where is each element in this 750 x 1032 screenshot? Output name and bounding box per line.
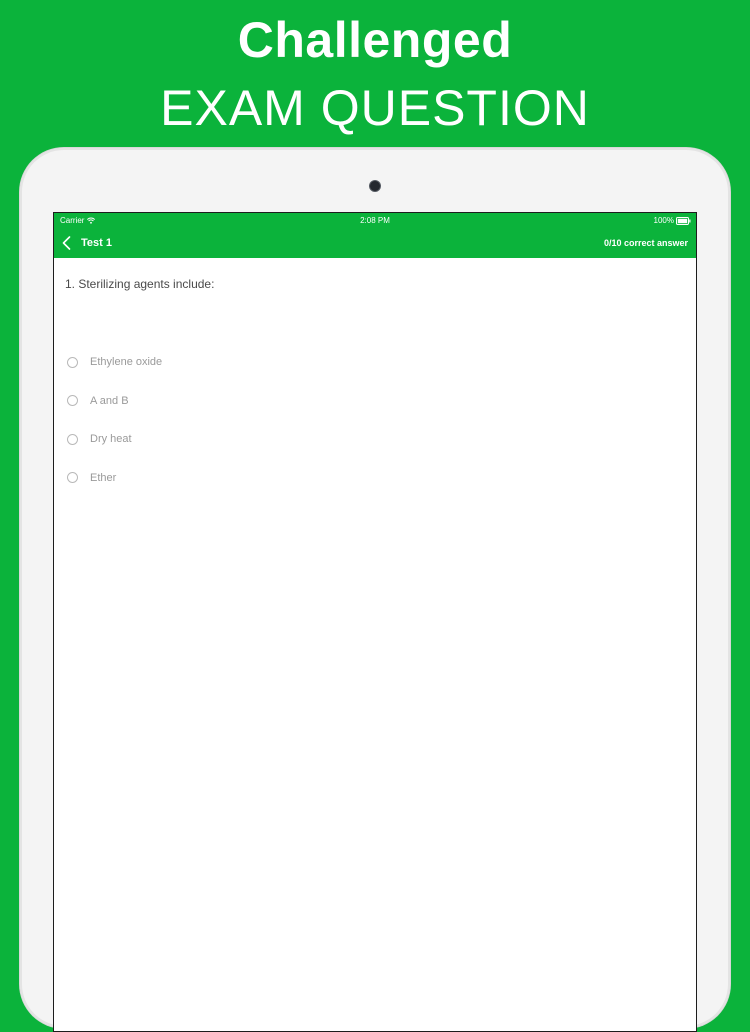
promo-subtitle: EXAM QUESTION (160, 80, 590, 136)
radio-button-icon[interactable] (67, 472, 78, 484)
radio-button-icon[interactable] (67, 395, 78, 407)
status-time: 2:08 PM (360, 216, 390, 225)
answer-option-4[interactable]: Ether (67, 459, 467, 498)
nav-title: Test 1 (81, 237, 112, 249)
promo-title: Challenged (237, 12, 513, 68)
radio-button-icon[interactable] (67, 433, 78, 445)
correct-answer-count: 0/10 correct answer (603, 238, 688, 248)
app-screen: Carrier 2:08 PM 100% Test 1 0/10 correct… (53, 212, 697, 1032)
battery-icon (676, 217, 691, 225)
chevron-left-icon[interactable] (62, 236, 71, 250)
question-text: 1. Sterilizing agents include: (65, 277, 215, 291)
answer-option-label: Dry heat (90, 433, 132, 446)
answer-option-2[interactable]: A and B (67, 382, 467, 421)
camera-icon (370, 181, 380, 191)
tablet-device-frame: Carrier 2:08 PM 100% Test 1 0/10 correct… (20, 148, 730, 1032)
answer-option-label: Ethylene oxide (90, 356, 163, 369)
answer-option-label: A and B (90, 394, 129, 407)
radio-button-icon[interactable] (67, 356, 78, 368)
answer-options: Ethylene oxide A and B Dry heat Ether (67, 343, 467, 497)
answer-option-3[interactable]: Dry heat (67, 420, 467, 459)
navigation-bar: Test 1 0/10 correct answer (54, 229, 696, 258)
answer-option-1[interactable]: Ethylene oxide (67, 343, 467, 382)
battery-percentage: 100% (653, 216, 674, 225)
answer-option-label: Ether (90, 471, 117, 484)
status-bar: Carrier 2:08 PM 100% (54, 213, 696, 229)
